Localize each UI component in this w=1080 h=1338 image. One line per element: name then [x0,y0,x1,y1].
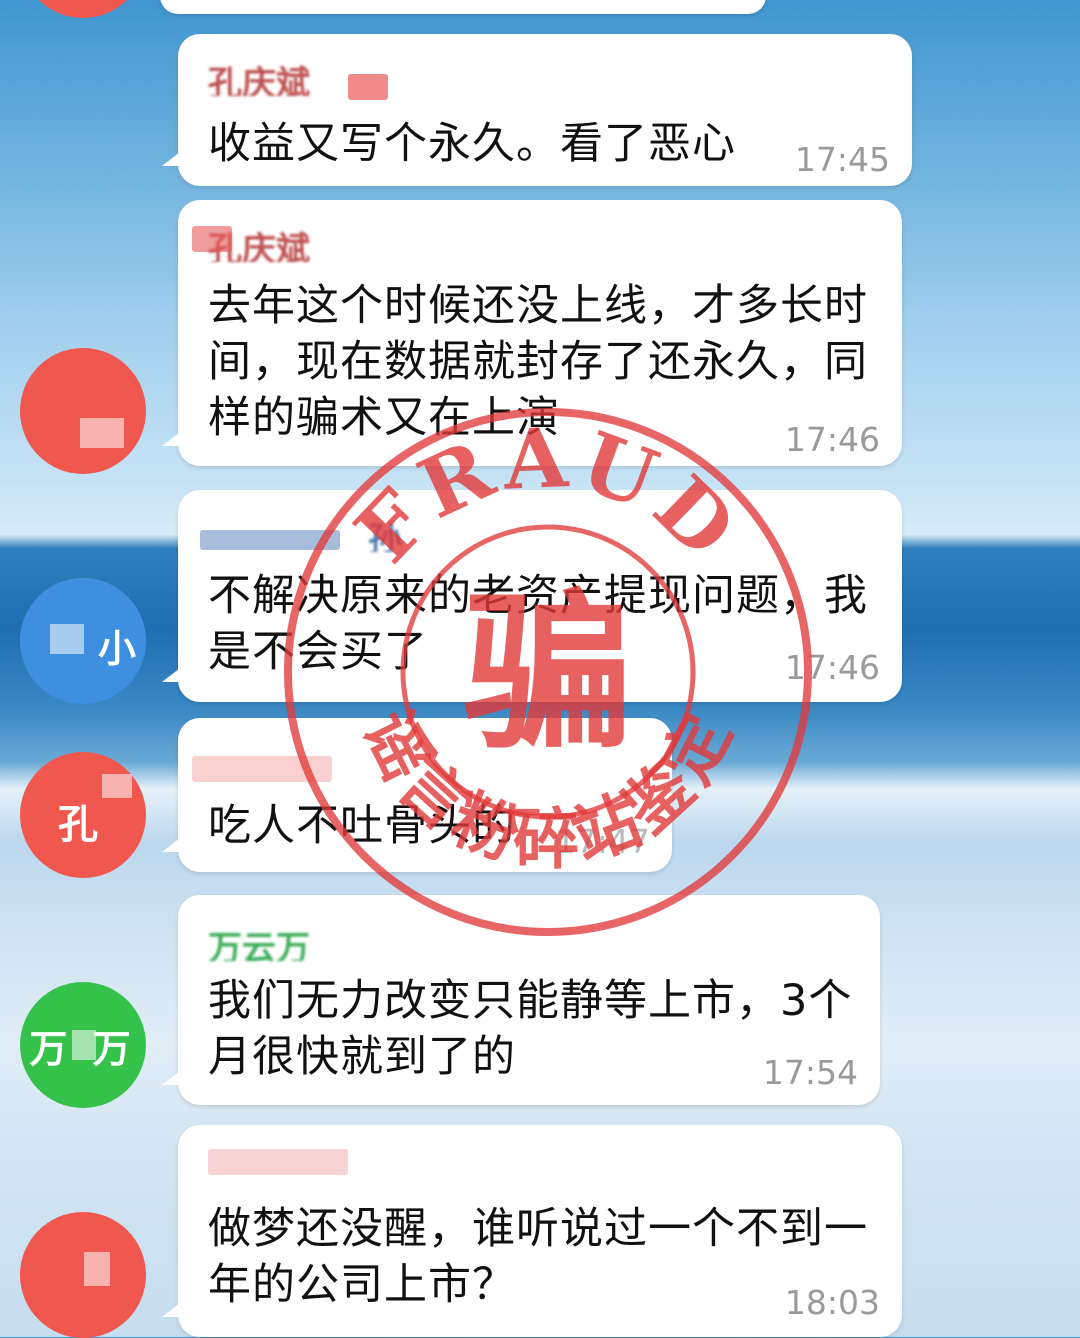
redaction-mark [200,530,340,550]
message-time: 18:03 [784,1283,880,1322]
message-time: 17:45 [794,140,890,179]
redaction-mark [192,756,332,782]
message-time: 17:54 [762,1053,858,1092]
avatar[interactable] [20,348,146,474]
message-bubble[interactable]: 吃人不吐骨头的 17:47 [162,718,672,872]
message-time: 17:46 [784,648,880,687]
avatar[interactable] [20,0,146,18]
redaction-mark [192,899,342,925]
avatar[interactable]: 小 [20,578,146,704]
avatar[interactable]: 孔 [20,752,146,878]
sender-name: 万云万 [208,929,310,961]
message-text: 吃人不吐骨头的 [208,801,516,851]
message-bubble[interactable]: 孙 不解决原来的老资产提现问题，我是不会买了 17:46 [162,490,902,702]
avatar-blur [80,418,124,448]
avatar[interactable] [20,1212,146,1338]
avatar-initial: 小 [98,627,143,671]
message-bubble[interactable]: 孔庆斌 收益又写个永久。看了恶心 17:45 [162,34,912,186]
avatar-initial: 孔 [58,802,104,848]
redaction-mark [208,1149,348,1175]
message-time: 17:46 [784,420,880,459]
avatar-blur [72,1030,96,1060]
message-text: 收益又写个永久。看了恶心 [208,119,736,169]
avatar-blur [102,774,132,798]
message-bubble-partial [160,0,766,14]
avatar-blur [84,1252,110,1286]
message-bubble[interactable]: 孔庆斌 去年这个时候还没上线，才多长时间，现在数据就封存了还永久，同样的骗术又在… [162,200,902,466]
message-time: 17:47 [554,822,650,861]
avatar-blur [50,624,84,654]
redaction-mark [192,226,232,252]
sender-name: 孙 [368,520,402,552]
message-bubble[interactable]: 做梦还没醒，谁听说过一个不到一年的公司上市？ 18:03 [162,1125,902,1337]
redaction-mark [348,74,388,100]
message-bubble[interactable]: 万云万 我们无力改变只能静等上市，3个月很快就到了的 17:54 [162,895,880,1105]
avatar[interactable]: 万 万 [20,982,146,1108]
sender-name: 孔庆斌 [208,64,310,96]
